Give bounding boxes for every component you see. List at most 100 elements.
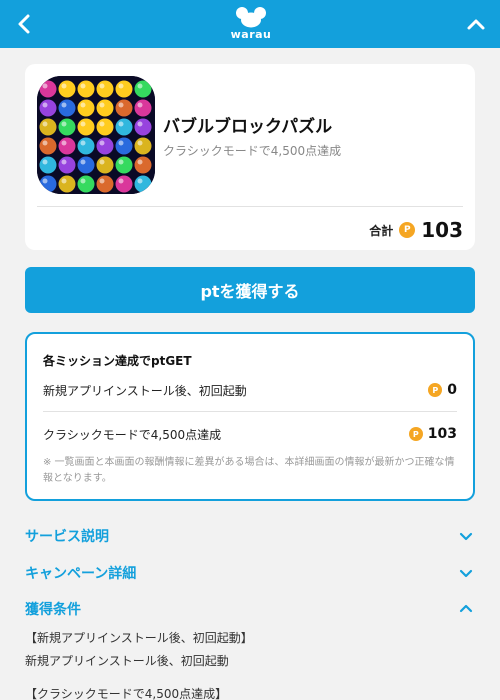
total-label: 合計 <box>369 223 394 238</box>
bubble <box>39 137 57 155</box>
bubble <box>96 118 114 136</box>
bubble-highlight <box>99 159 105 165</box>
bubble <box>58 156 76 174</box>
mission-points: P 0 <box>428 382 457 398</box>
bubble <box>96 175 114 193</box>
bubble-highlight <box>61 178 67 184</box>
bubble-highlight <box>118 178 124 184</box>
point-coin-icon: P <box>428 383 443 397</box>
mission-heading: 各ミッション達成でptGET <box>43 354 192 368</box>
mission-label: 新規アプリインストール後、初回起動 <box>43 383 247 398</box>
mission-label: クラシックモードで4,500点達成 <box>43 427 222 442</box>
bubble-highlight <box>80 102 86 108</box>
bubble-highlight <box>61 140 67 146</box>
bubble-highlight <box>80 140 86 146</box>
bubble <box>39 99 57 117</box>
bubble <box>77 137 95 155</box>
mission-list: 各ミッション達成でptGET 新規アプリインストール後、初回起動 P 0 クラシ… <box>25 332 475 501</box>
bubble <box>39 175 57 193</box>
bubble-highlight <box>42 102 48 108</box>
bubble-highlight <box>61 102 67 108</box>
bubble-highlight <box>42 140 48 146</box>
total-value: 103 <box>421 218 463 242</box>
bubble-highlight <box>137 102 143 108</box>
bubble <box>58 80 76 98</box>
bubble <box>58 175 76 193</box>
app-summary-card: バブルブロックパズル クラシックモードで4,500点達成 合計 P 103 <box>25 64 475 250</box>
bubble <box>134 156 152 174</box>
total-points: 合計 P 103 <box>369 216 463 244</box>
bubble <box>96 156 114 174</box>
back-button[interactable] <box>12 10 38 38</box>
bubble <box>96 80 114 98</box>
app-header: warau <box>0 0 500 48</box>
condition-text: 新規アプリインストール後、初回起動 <box>25 654 229 668</box>
mission-value: 103 <box>427 426 457 442</box>
bubble <box>115 118 133 136</box>
bubble-highlight <box>80 159 86 165</box>
bubble-highlight <box>99 178 105 184</box>
bubble <box>115 99 133 117</box>
bubble <box>77 99 95 117</box>
bubble <box>134 175 152 193</box>
bubble-highlight <box>118 159 124 165</box>
bubble <box>58 99 76 117</box>
bubble-highlight <box>118 140 124 146</box>
chevron-up-icon <box>467 19 485 30</box>
bubble-highlight <box>99 83 105 89</box>
mouse-logo-icon <box>236 7 266 28</box>
warau-logo[interactable]: warau <box>228 6 274 44</box>
bubble <box>96 137 114 155</box>
section-service-description[interactable]: サービス説明 <box>25 523 475 549</box>
bubble-highlight <box>137 83 143 89</box>
chevron-up-icon <box>459 604 473 613</box>
section-campaign-details[interactable]: キャンペーン詳細 <box>25 560 475 586</box>
bubble-highlight <box>99 140 105 146</box>
condition-heading: 【新規アプリインストール後、初回起動】 <box>25 631 253 645</box>
mission-item: 新規アプリインストール後、初回起動 P 0 <box>43 378 457 402</box>
bubble <box>77 118 95 136</box>
section-title: サービス説明 <box>25 529 109 545</box>
app-title: バブルブロックパズル <box>163 117 333 137</box>
bubble-highlight <box>99 121 105 127</box>
bubble-highlight <box>80 178 86 184</box>
bubble-highlight <box>137 178 143 184</box>
bubble-highlight <box>80 83 86 89</box>
bubble <box>77 175 95 193</box>
bubble <box>134 99 152 117</box>
bubble-highlight <box>42 83 48 89</box>
bubble <box>115 80 133 98</box>
brand-name: warau <box>230 28 272 41</box>
bubble <box>39 156 57 174</box>
section-earning-conditions[interactable]: 獲得条件 <box>25 596 475 622</box>
bubble-highlight <box>42 178 48 184</box>
collapse-button[interactable] <box>462 10 490 38</box>
bubble-highlight <box>137 121 143 127</box>
bubble <box>39 118 57 136</box>
bubble-highlight <box>61 121 67 127</box>
chevron-left-icon <box>18 14 30 34</box>
point-coin-icon: P <box>408 427 423 441</box>
bubble-highlight <box>42 159 48 165</box>
bubble-highlight <box>42 121 48 127</box>
app-info: バブルブロックパズル クラシックモードで4,500点達成 <box>163 116 341 159</box>
condition-heading: 【クラシックモードで4,500点達成】 <box>25 687 228 700</box>
bubble-highlight <box>118 83 124 89</box>
disclaimer-note: ※ 一覧画面と本画面の報酬情報に差異がある場合は、本詳細画面の情報が最新かつ正確… <box>43 457 455 484</box>
divider <box>43 411 457 412</box>
app-subtitle: クラシックモードで4,500点達成 <box>163 144 342 158</box>
bubble <box>58 118 76 136</box>
bubble-highlight <box>61 83 67 89</box>
bubble <box>96 99 114 117</box>
bubble <box>58 137 76 155</box>
bubble-highlight <box>137 140 143 146</box>
bubble-puzzle-icon <box>37 76 155 194</box>
bubble <box>134 137 152 155</box>
earn-points-button[interactable]: ptを獲得する <box>25 267 475 313</box>
mission-item: クラシックモードで4,500点達成 P 103 <box>43 422 457 446</box>
bubble <box>134 80 152 98</box>
bubble <box>134 118 152 136</box>
bubble <box>77 156 95 174</box>
bubble <box>115 175 133 193</box>
mission-points: P 103 <box>408 426 457 442</box>
